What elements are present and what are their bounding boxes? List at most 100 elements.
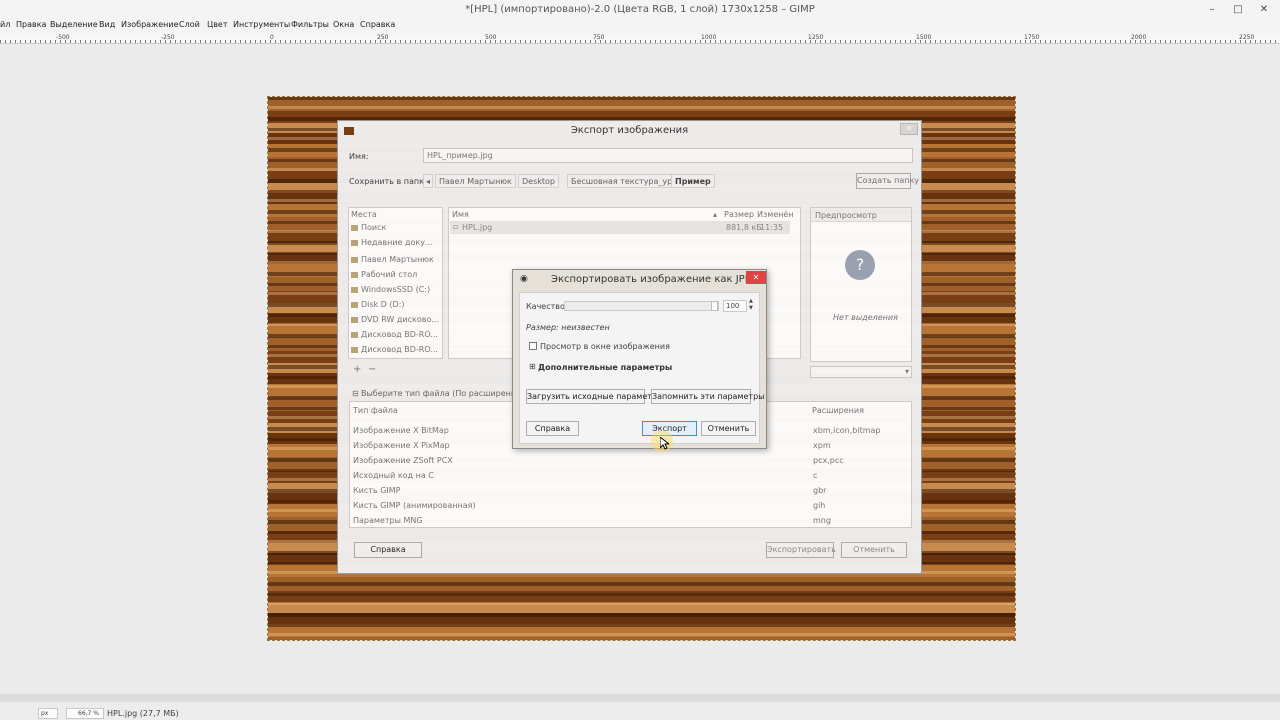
folder-icon <box>351 271 358 278</box>
breadcrumb-item[interactable]: Павел Мартынюк <box>435 174 516 188</box>
preview-panel: Предпросмотр ? Нет выделения <box>810 207 912 362</box>
jpeg-dialog-close-icon[interactable]: ✕ <box>746 271 766 284</box>
filetype-row[interactable]: Изображение X PixMap <box>353 441 450 450</box>
menu-help[interactable]: Справка <box>360 20 395 29</box>
drive-icon <box>351 286 358 293</box>
filetype-row[interactable]: Кисть GIMP (анимированная) <box>353 501 476 510</box>
search-icon <box>351 224 358 231</box>
horizontal-ruler[interactable]: -500 -250 0 250 500 750 1000 1250 1500 1… <box>0 34 1280 44</box>
preview-checkbox[interactable] <box>529 342 537 350</box>
place-drive-d[interactable]: Disk D (D:) <box>351 300 405 309</box>
ruler-label: 1500 <box>916 34 932 41</box>
horizontal-scrollbar[interactable] <box>0 694 1280 702</box>
spin-up-icon[interactable]: ▲ <box>749 298 753 304</box>
menu-view[interactable]: Вид <box>99 20 115 29</box>
remove-place-icon[interactable]: − <box>368 364 376 375</box>
export-dialog-close-icon[interactable]: ✕ <box>900 123 918 135</box>
load-defaults-button[interactable]: Загрузить исходные параметры <box>526 389 663 404</box>
place-bd-1[interactable]: Дисковод BD-RO... <box>351 330 438 339</box>
breadcrumb: ◂ Павел Мартынюк Desktop Бесшовная текст… <box>423 174 763 189</box>
quality-value: 100 <box>726 302 740 310</box>
place-home[interactable]: Павел Мартынюк <box>351 255 434 264</box>
filetype-row[interactable]: Изображение ZSoft PCX <box>353 456 453 465</box>
filetype-ext: xbm,icon,bitmap <box>813 426 881 435</box>
menu-file[interactable]: йл <box>0 20 10 29</box>
place-desktop[interactable]: Рабочий стол <box>351 270 417 279</box>
col-modified[interactable]: Изменён <box>757 210 794 219</box>
menu-color[interactable]: Цвет <box>207 20 228 29</box>
filetype-row[interactable]: Исходный код на C <box>353 471 434 480</box>
add-place-icon[interactable]: + <box>353 364 361 375</box>
menu-tools[interactable]: Инструменты <box>233 20 290 29</box>
export-cancel-button[interactable]: Отменить <box>841 542 907 558</box>
breadcrumb-back-icon[interactable]: ◂ <box>423 174 433 188</box>
place-bd-2[interactable]: Дисковод BD-RO... <box>351 345 438 354</box>
filetype-row[interactable]: Параметры MNG <box>353 516 423 525</box>
place-dvd[interactable]: DVD RW дисково... <box>351 315 439 324</box>
expander-icon[interactable]: ⊞ <box>529 362 536 371</box>
advanced-options-label[interactable]: Дополнительные параметры <box>538 363 672 372</box>
ruler-label: 2000 <box>1131 34 1147 41</box>
quality-slider[interactable] <box>564 301 719 311</box>
col-extensions[interactable]: Расширения <box>812 406 864 415</box>
clock-icon <box>351 239 358 246</box>
create-folder-button[interactable]: Создать папку <box>856 173 919 189</box>
filetype-expander-icon[interactable]: ⊟ <box>352 389 359 398</box>
menu-edit[interactable]: Правка <box>16 20 46 29</box>
minimize-button[interactable]: – <box>1200 0 1224 19</box>
preview-text: Нет выделения <box>833 313 898 322</box>
place-drive-c[interactable]: WindowsSSD (C:) <box>351 285 430 294</box>
drive-icon <box>351 301 358 308</box>
breadcrumb-item[interactable]: Desktop <box>518 174 559 188</box>
ruler-label: -250 <box>161 34 175 41</box>
zoom-value: 66,7 % <box>78 710 99 717</box>
file-row[interactable]: ▫ HPL.jpg 881,8 кБ 11:35 <box>450 221 790 234</box>
unit-selector[interactable]: px <box>38 708 58 719</box>
filetype-ext: gih <box>813 501 826 510</box>
place-search[interactable]: Поиск <box>351 223 386 232</box>
gimp-wilber-icon: ◉ <box>520 274 528 284</box>
jpeg-help-button[interactable]: Справка <box>526 421 579 436</box>
quality-spinbox[interactable]: 100 <box>723 300 747 312</box>
folder-icon <box>351 256 358 263</box>
preview-checkbox-label[interactable]: Просмотр в окне изображения <box>540 342 670 351</box>
filename-field[interactable]: HPL_пример.jpg <box>423 148 913 163</box>
quality-slider-fill <box>565 302 718 310</box>
filetype-ext: xpm <box>813 441 831 450</box>
quality-slider-handle[interactable] <box>711 301 718 311</box>
breadcrumb-item-current[interactable]: Пример <box>671 174 715 188</box>
menu-select[interactable]: Выделение <box>50 20 98 29</box>
jpeg-cancel-button[interactable]: Отменить <box>701 421 756 436</box>
export-help-button[interactable]: Справка <box>354 542 422 558</box>
menu-image[interactable]: Изображение <box>121 20 179 29</box>
zoom-selector[interactable]: 66,7 % <box>66 708 104 719</box>
filetype-row[interactable]: Изображение X BitMap <box>353 426 449 435</box>
filetype-ext: pcx,pcc <box>813 456 844 465</box>
save-in-label: Сохранить в папке <box>349 177 429 186</box>
export-button[interactable]: Экспортировать <box>766 542 836 558</box>
col-name[interactable]: Имя <box>452 210 469 219</box>
breadcrumb-item[interactable]: Бесшовная текстура_урок <box>567 174 686 188</box>
mouse-cursor-icon <box>660 437 669 450</box>
spin-down-icon[interactable]: ▼ <box>749 305 753 311</box>
menu-layer[interactable]: Слой <box>179 20 200 29</box>
filetype-ext: mng <box>813 516 831 525</box>
statusbar: px 66,7 % HPL.jpg (27,7 МБ) <box>0 705 1280 720</box>
filetype-row[interactable]: Кисть GIMP <box>353 486 400 495</box>
maximize-button[interactable]: □ <box>1226 0 1250 19</box>
places-header: Места <box>351 210 377 219</box>
ruler-label: 2250 <box>1239 34 1255 41</box>
export-dialog-title: Экспорт изображения <box>570 125 689 136</box>
sort-arrow-icon[interactable]: ▴ <box>713 210 717 219</box>
menu-windows[interactable]: Окна <box>333 20 354 29</box>
menu-filters[interactable]: Фильтры <box>291 20 329 29</box>
preview-header-bar: Предпросмотр <box>811 208 911 222</box>
name-label: Имя: <box>349 152 369 161</box>
filetype-toggle[interactable]: Выберите тип файла (По расширению) <box>361 389 526 398</box>
col-filetype[interactable]: Тип файла <box>353 406 398 415</box>
col-size[interactable]: Размер <box>724 210 754 219</box>
close-window-button[interactable]: ✕ <box>1252 0 1276 19</box>
save-defaults-button[interactable]: Запомнить эти параметры <box>651 389 764 404</box>
preview-dropdown[interactable]: ▾ <box>810 366 912 378</box>
place-recent[interactable]: Недавние доку... <box>351 238 433 247</box>
